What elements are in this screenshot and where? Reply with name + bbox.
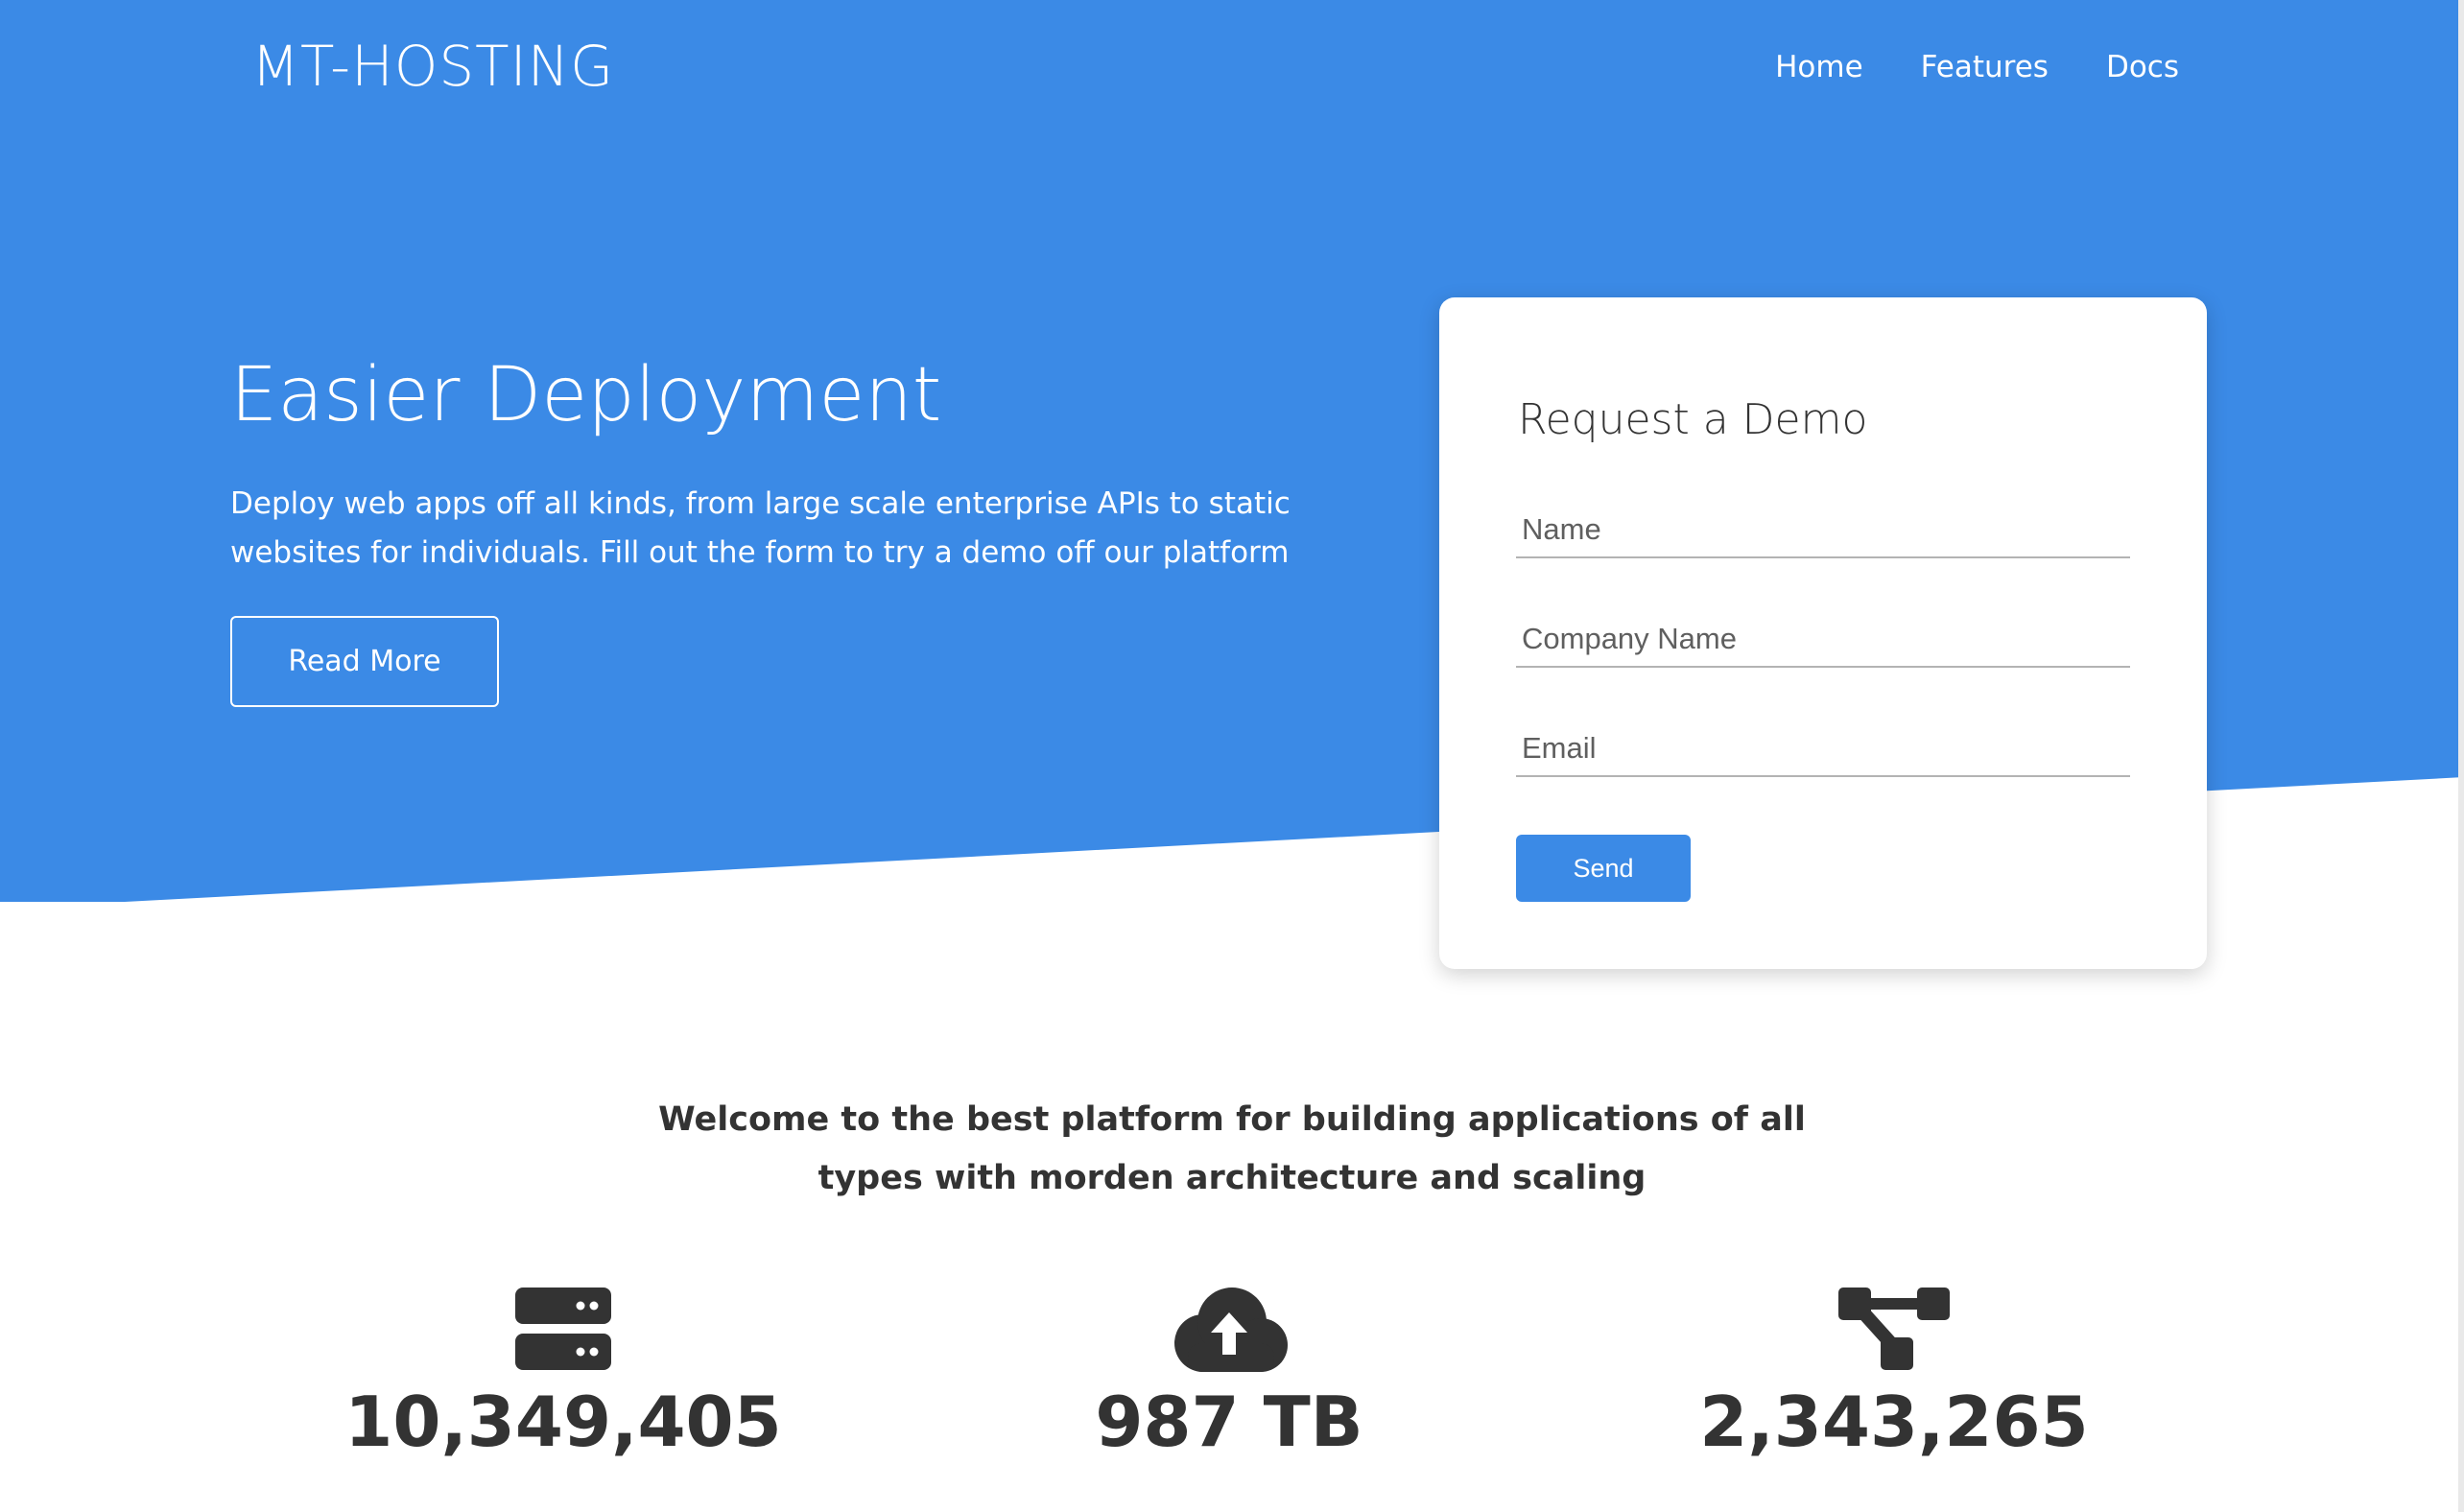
request-demo-title: Request a Demo <box>1518 395 1868 444</box>
server-icon <box>515 1288 611 1370</box>
nav-features-link[interactable]: Features <box>1921 46 2049 88</box>
request-demo-card: Request a Demo Send <box>1439 297 2207 969</box>
stat-item: 10,349,405 <box>295 1286 832 1470</box>
main-nav: Home Features Docs <box>1775 46 2179 88</box>
stat-item: 987 TB <box>960 1286 1498 1470</box>
stat-item: 2,343,265 <box>1625 1286 2163 1470</box>
window-edge <box>2458 0 2464 1512</box>
nav-home-link[interactable]: Home <box>1775 46 1863 88</box>
welcome-text: Welcome to the best platform for buildin… <box>658 1100 1806 1197</box>
stat-value: 10,349,405 <box>344 1382 782 1462</box>
read-more-button[interactable]: Read More <box>230 616 499 707</box>
name-field[interactable] <box>1516 501 2130 558</box>
hero-description: Deploy web apps off all kinds, from larg… <box>230 486 1291 570</box>
stat-value: 987 TB <box>1095 1382 1363 1462</box>
company-name-field[interactable] <box>1516 610 2130 668</box>
send-button[interactable]: Send <box>1516 835 1691 902</box>
nav-docs-link[interactable]: Docs <box>2106 46 2179 88</box>
hero-title: Easier Deployment <box>230 352 942 438</box>
email-field[interactable] <box>1516 720 2130 777</box>
logo[interactable]: MT-HOSTING <box>251 33 614 100</box>
cloud-upload-icon <box>1174 1288 1288 1372</box>
stat-value: 2,343,265 <box>1699 1382 2089 1462</box>
sitemap-icon <box>1838 1288 1950 1370</box>
